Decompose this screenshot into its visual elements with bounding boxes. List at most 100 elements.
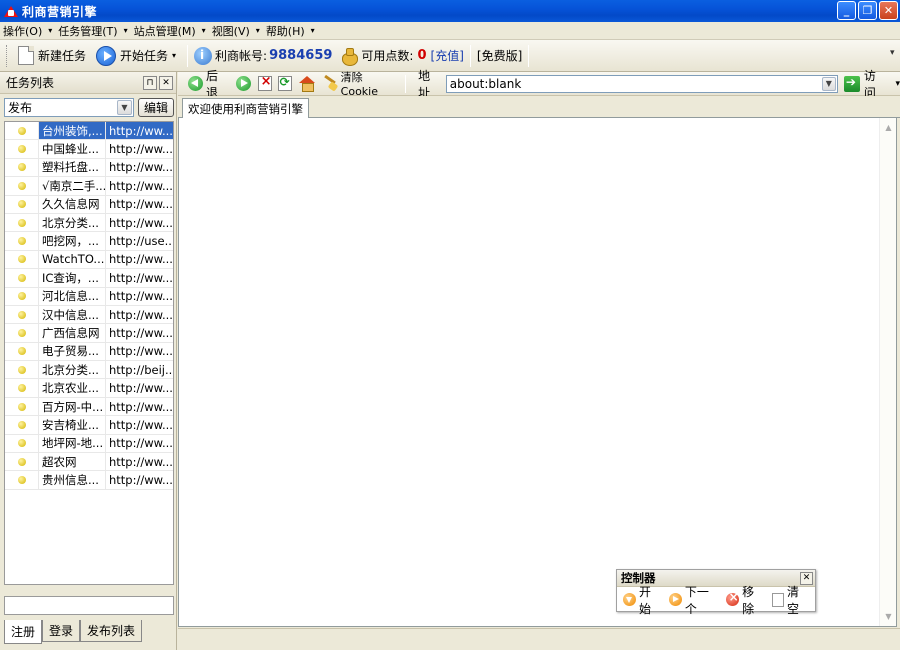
table-row[interactable]: 贵州信息... http://ww... — [5, 471, 173, 490]
task-filter-select[interactable]: 发布 ▼ — [4, 97, 134, 117]
status-dot-icon — [17, 402, 26, 411]
points-value: 0 — [417, 48, 427, 63]
task-name: 中国蜂业... — [39, 140, 106, 158]
status-bar — [178, 628, 900, 650]
table-row[interactable]: √南京二手... http://ww... — [5, 177, 173, 196]
table-row[interactable]: 汉中信息... http://ww... — [5, 305, 173, 325]
start-task-button[interactable]: 开始任务 ▾ — [91, 44, 181, 68]
close-panel-icon[interactable]: ✕ — [159, 75, 173, 90]
task-name: IC查询，... — [39, 269, 106, 287]
menu-task-management[interactable]: 任务管理(T) — [58, 23, 117, 39]
task-url: http://ww... — [109, 417, 173, 432]
table-row[interactable]: 电子贸易... http://ww... — [5, 342, 173, 362]
main-toolbar: 新建任务 开始任务 ▾ 利商帐号: 9884659 可用点数: 0 [充值] [… — [0, 40, 900, 72]
controller-next-button[interactable]: 下一个 — [668, 583, 718, 617]
menu-operation[interactable]: 操作(O) — [3, 23, 42, 39]
status-dot-icon — [17, 218, 26, 227]
menu-view[interactable]: 视图(V) — [212, 23, 250, 39]
clear-cookie-button[interactable]: 清除Cookie — [341, 69, 399, 98]
table-row[interactable]: 塑料托盘... http://ww... — [5, 158, 173, 178]
status-dot-icon — [17, 237, 26, 246]
account-info-icon — [194, 46, 213, 65]
play-icon — [96, 45, 117, 66]
task-name: 久久信息网 — [39, 195, 106, 213]
status-dot-icon — [17, 273, 26, 282]
status-dot-icon — [17, 365, 26, 374]
browser-content[interactable]: ▲ ▼ — [178, 118, 897, 627]
controller-clear-button[interactable]: 清空 — [772, 583, 809, 617]
chevron-down-icon: ▾ — [48, 26, 53, 35]
table-row[interactable]: 中国蜂业... http://ww... — [5, 140, 173, 159]
chevron-down-icon: ▾ — [255, 26, 260, 35]
menu-bar: 操作(O) ▾ 任务管理(T) ▾ 站点管理(M) ▾ 视图(V) ▾ 帮助(H) ▾ — [0, 22, 900, 40]
task-name: 电子贸易... — [39, 342, 106, 361]
table-row[interactable]: 吧挖网，... http://use... — [5, 232, 173, 251]
pin-icon[interactable]: ⊓ — [143, 75, 157, 90]
chevron-down-icon: ▾ — [201, 26, 206, 35]
edit-button[interactable]: 编辑 — [138, 97, 175, 117]
next-arrow-icon — [668, 593, 682, 606]
new-task-button[interactable]: 新建任务 — [13, 44, 91, 68]
table-row[interactable]: 北京分类... http://beij... — [5, 361, 173, 380]
task-panel-header: 任务列表 ⊓ ✕ — [0, 72, 176, 94]
task-url: http://beij... — [109, 362, 173, 377]
close-button[interactable]: ✕ — [879, 1, 898, 20]
chevron-down-icon[interactable]: ▼ — [117, 99, 132, 115]
toolbar-grip[interactable] — [6, 44, 9, 67]
tab-publish-list[interactable]: 发布列表 — [80, 620, 143, 642]
minimize-button[interactable]: _ — [837, 1, 856, 20]
maximize-button[interactable]: ❐ — [858, 1, 877, 20]
table-row[interactable]: 河北信息... http://ww... — [5, 287, 173, 306]
table-row[interactable]: IC查询，... http://ww... — [5, 269, 173, 288]
back-arrow-icon[interactable] — [188, 76, 203, 91]
toolbar-separator — [469, 44, 471, 67]
tab-login[interactable]: 登录 — [42, 620, 81, 642]
table-row[interactable]: 百方网-中... http://ww... — [5, 397, 173, 417]
table-row[interactable]: 北京分类... http://ww... — [5, 213, 173, 233]
title-bar: 利商营销引擎 _ ❐ ✕ — [0, 0, 900, 22]
table-row[interactable]: 北京农业... http://ww... — [5, 379, 173, 398]
stop-icon[interactable] — [257, 74, 272, 91]
status-dot-icon — [17, 328, 26, 337]
toolbar-overflow-icon[interactable]: ▾ — [895, 79, 900, 89]
scroll-down-icon[interactable]: ▼ — [881, 609, 896, 624]
task-search-input[interactable] — [4, 596, 174, 615]
task-name: 汉中信息... — [39, 305, 106, 324]
chevron-down-icon[interactable]: ▼ — [821, 76, 836, 91]
task-name: 塑料托盘... — [39, 158, 106, 177]
refresh-icon[interactable] — [277, 75, 292, 91]
filter-row: 发布 ▼ 编辑 — [0, 94, 176, 120]
tab-welcome[interactable]: 欢迎使用利商营销引擎 — [182, 98, 309, 119]
forward-arrow-icon[interactable] — [235, 76, 251, 91]
controller-start-button[interactable]: 开始 — [623, 583, 661, 617]
scroll-up-icon[interactable]: ▲ — [881, 120, 896, 135]
table-row[interactable]: 超农网 http://ww... — [5, 453, 173, 472]
go-arrow-icon[interactable] — [843, 75, 860, 92]
table-row[interactable]: WatchTO... http://ww... — [5, 250, 173, 270]
menu-site-management[interactable]: 站点管理(M) — [134, 23, 196, 39]
table-row[interactable]: 地坪网-地... http://ww... — [5, 434, 173, 454]
task-url: http://ww... — [109, 270, 173, 285]
tab-register[interactable]: 注册 — [4, 620, 43, 644]
address-input[interactable]: about:blank ▼ — [445, 74, 838, 93]
status-dot-icon — [17, 347, 26, 356]
vertical-scrollbar[interactable]: ▲ ▼ — [879, 118, 896, 626]
recharge-link[interactable]: [充值] — [431, 47, 464, 64]
table-row[interactable]: 安吉椅业... http://ww... — [5, 416, 173, 435]
table-row[interactable]: 久久信息网 http://ww... — [5, 195, 173, 214]
task-url: http://ww... — [109, 344, 173, 359]
address-value: about:blank — [449, 76, 522, 91]
new-task-label: 新建任务 — [38, 49, 87, 63]
menu-help[interactable]: 帮助(H) — [266, 23, 305, 39]
task-url: http://ww... — [109, 142, 173, 157]
status-dot-icon — [17, 200, 26, 209]
toolbar-overflow-icon[interactable]: ▾ — [890, 48, 898, 64]
controller-start-label: 开始 — [639, 584, 652, 616]
table-row[interactable]: 广西信息网 http://ww... — [5, 324, 173, 343]
controller-remove-button[interactable]: 移除 — [726, 583, 764, 617]
status-dot-icon — [17, 310, 26, 319]
task-name: 北京分类... — [39, 213, 106, 232]
chevron-down-icon: ▾ — [310, 26, 315, 35]
table-row[interactable]: 台州装饰,... http://ww... — [5, 122, 173, 141]
home-icon[interactable] — [298, 76, 315, 92]
